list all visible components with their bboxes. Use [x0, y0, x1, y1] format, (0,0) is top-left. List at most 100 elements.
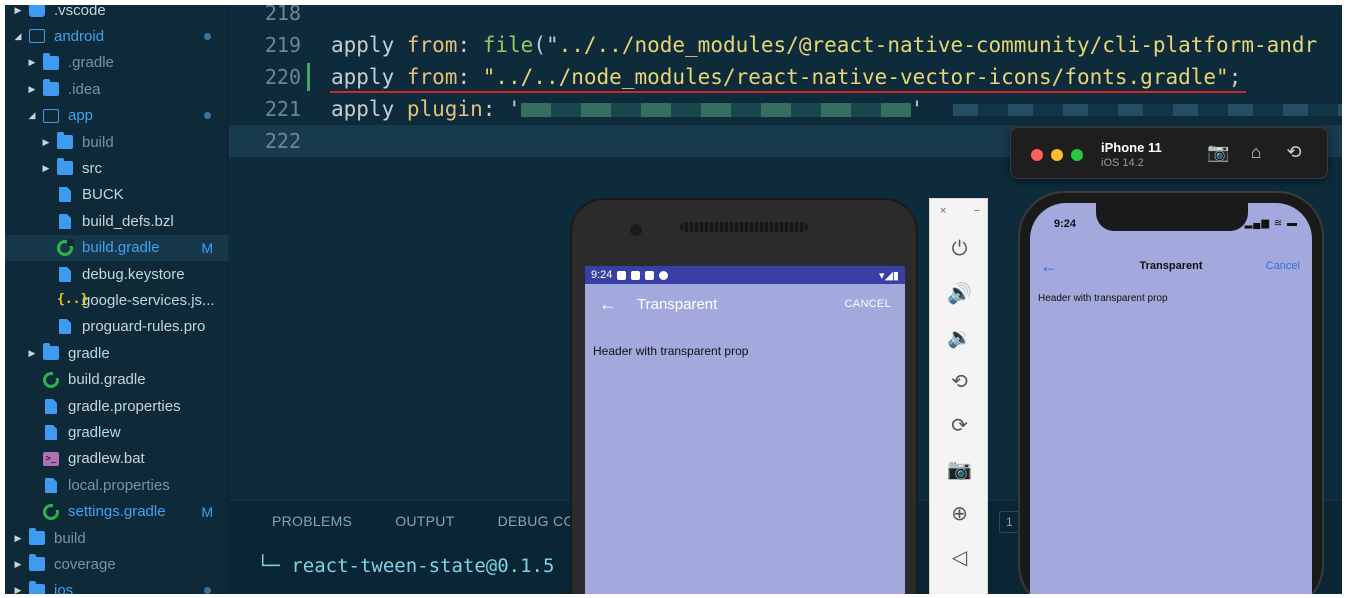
emulator-controls: × − ⏻ 🔊 🔉 ⟲ ⟳ 📷 ⊕ ◁	[929, 198, 988, 594]
screenshot-icon[interactable]: 📷	[1207, 142, 1229, 163]
volume-down-icon[interactable]: 🔉	[930, 317, 989, 357]
front-camera	[630, 224, 642, 236]
diff-gutter	[301, 93, 331, 125]
tab-output[interactable]: OUTPUT	[395, 513, 454, 529]
tree-item-label: gradle.properties	[68, 397, 181, 415]
tree-item[interactable]: local.properties	[5, 472, 228, 498]
tree-item-label: app	[68, 107, 94, 125]
code-token: apply	[331, 33, 407, 57]
diff-gutter	[301, 125, 331, 157]
screen-body-text: Header with transparent prop	[1038, 293, 1168, 304]
tree-item[interactable]: proguard-rules.pro	[5, 314, 228, 340]
folder-icon	[29, 528, 45, 545]
tree-item[interactable]: build.gradle	[5, 367, 228, 393]
folder-icon	[29, 554, 45, 572]
tree-item[interactable]: ◢ android	[5, 23, 228, 49]
diff-gutter	[301, 29, 331, 61]
code-line[interactable]: 219 apply from: file("../../node_modules/…	[229, 29, 1342, 61]
back-icon[interactable]: ◁	[930, 537, 989, 577]
minimize-icon[interactable]: −	[974, 205, 980, 217]
line-number: 220	[264, 65, 301, 89]
chevron-right-icon[interactable]: ▶	[25, 348, 39, 359]
tree-item-label: gradle	[68, 344, 110, 362]
tree-item[interactable]: gradlew	[5, 419, 228, 445]
code-token: :	[457, 33, 483, 57]
close-window-button[interactable]	[1031, 149, 1043, 161]
code-line[interactable]: 220 apply from: "../../node_modules/react…	[229, 61, 1342, 93]
code-line[interactable]: 221 apply plugin: ' '	[229, 93, 1342, 125]
tree-item[interactable]: ▶ .idea	[5, 76, 228, 102]
chevron-right-icon[interactable]: ▶	[25, 84, 39, 95]
tree-item-label: build	[82, 133, 114, 151]
rotate-icon[interactable]: ⟲	[1283, 142, 1305, 163]
android-header: ← Transparent CANCEL	[585, 284, 905, 324]
tree-item[interactable]: build.gradle M	[5, 234, 228, 261]
tree-item[interactable]: gradle.properties	[5, 393, 228, 419]
tree-item[interactable]: >_ gradlew.bat	[5, 446, 228, 472]
tree-item[interactable]: {..} google-services.js...	[5, 287, 228, 313]
iphone-screen[interactable]: 9:24 ▂▄▆ ≋ ▬ Transparent ← Cancel Header…	[1030, 203, 1312, 594]
volume-up-icon[interactable]: 🔊	[930, 273, 989, 313]
line-number: 221	[264, 97, 301, 121]
android-bezel-top	[572, 200, 916, 266]
tree-item[interactable]: ▶ ios	[5, 578, 228, 594]
terminal-icon: >_	[43, 451, 59, 466]
tab-problems[interactable]: PROBLEMS	[272, 513, 352, 529]
android-screen[interactable]: 9:24 ▾◢▮ ← Transparent CANCEL Header wit…	[585, 266, 905, 594]
chevron-right-icon[interactable]: ▶	[39, 137, 53, 148]
status-time: 9:24	[1054, 218, 1077, 230]
back-arrow-icon[interactable]: ←	[599, 294, 637, 315]
tree-item[interactable]: BUCK	[5, 182, 228, 208]
home-icon[interactable]: ⌂	[1245, 142, 1267, 163]
chevron-right-icon[interactable]: ▶	[11, 559, 25, 570]
back-arrow-icon[interactable]: ←	[1040, 256, 1058, 277]
tree-item-label: .gradle	[68, 54, 114, 72]
folder-icon	[29, 580, 45, 594]
chevron-right-icon[interactable]: ▶	[11, 5, 25, 16]
camera-icon[interactable]: 📷	[930, 449, 989, 489]
code-token: from	[406, 33, 458, 57]
tree-item-label: google-services.js...	[82, 291, 215, 309]
tree-item[interactable]: ▶ .gradle	[5, 50, 228, 76]
tree-item-label: gradlew	[68, 423, 121, 441]
tree-item[interactable]: ▶ gradle	[5, 340, 228, 366]
tree-item[interactable]: ▶ coverage	[5, 551, 228, 577]
folder-icon	[43, 343, 59, 361]
code-token: apply	[331, 97, 407, 121]
cancel-button[interactable]: Cancel	[1266, 260, 1300, 272]
chevron-right-icon[interactable]: ▶	[39, 163, 53, 174]
tree-item[interactable]: ▶ src	[5, 155, 228, 181]
header-title: Transparent	[637, 295, 718, 313]
gradle-icon	[43, 370, 60, 388]
tree-item[interactable]: ▶ .vscode	[5, 5, 228, 23]
zoom-window-button[interactable]	[1071, 149, 1083, 161]
tab-debug-console[interactable]: DEBUG CO	[498, 513, 575, 529]
tree-item[interactable]: ▶ build	[5, 129, 228, 155]
rotate-right-icon[interactable]: ⟳	[930, 405, 989, 445]
chevron-right-icon[interactable]: ▶	[25, 57, 39, 68]
file-icon	[59, 213, 71, 229]
tree-item[interactable]: ▶ build	[5, 525, 228, 551]
line-number: 219	[264, 33, 301, 57]
file-icon	[59, 187, 71, 203]
tree-item[interactable]: settings.gradle M	[5, 499, 228, 525]
close-icon[interactable]: ×	[940, 205, 946, 217]
power-icon[interactable]: ⏻	[930, 229, 989, 269]
chevron-right-icon[interactable]: ▶	[11, 533, 25, 544]
tree-item[interactable]: build_defs.bzl	[5, 208, 228, 234]
redacted-text	[520, 103, 911, 117]
minimize-window-button[interactable]	[1051, 149, 1063, 161]
tree-item[interactable]: debug.keystore	[5, 261, 228, 287]
tree-item[interactable]: ◢ app	[5, 103, 228, 129]
code-text: apply from: file("../../node_modules/@re…	[331, 33, 1317, 57]
tree-item-label: ios	[54, 582, 74, 594]
chevron-down-icon[interactable]: ◢	[25, 110, 39, 121]
chevron-right-icon[interactable]: ▶	[11, 585, 25, 594]
zoom-icon[interactable]: ⊕	[930, 493, 989, 533]
chevron-down-icon[interactable]: ◢	[11, 31, 25, 42]
code-line[interactable]: 218	[229, 5, 1342, 29]
rotate-left-icon[interactable]: ⟲	[930, 361, 989, 401]
modified-dot	[204, 587, 211, 594]
vscode-folder-icon	[29, 5, 45, 17]
cancel-button[interactable]: CANCEL	[845, 298, 891, 310]
